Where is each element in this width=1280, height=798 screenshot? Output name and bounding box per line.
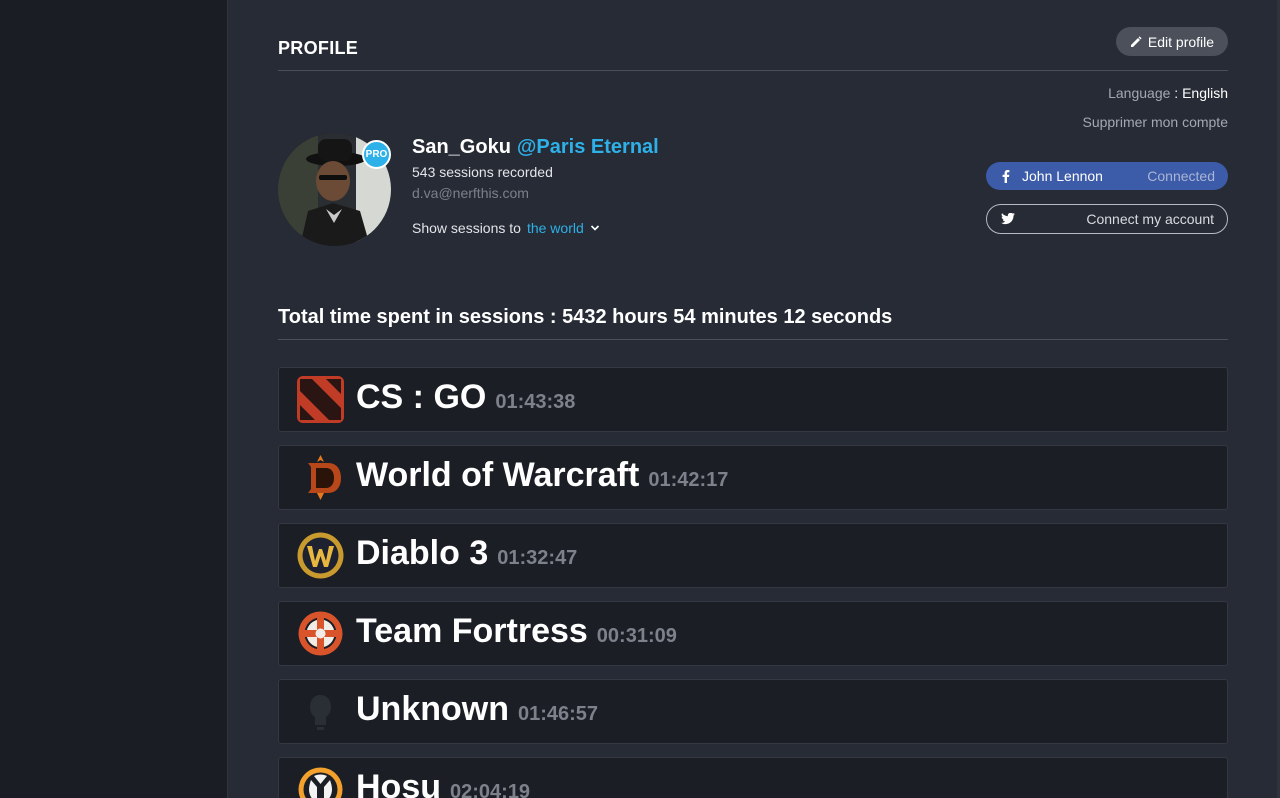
game-title: Unknown 01:46:57 xyxy=(356,690,598,729)
diablo-icon xyxy=(308,455,341,500)
facebook-connected-button[interactable]: John Lennon Connected xyxy=(986,162,1228,190)
overwatch-icon xyxy=(298,767,343,798)
game-name: Diablo 3 xyxy=(356,534,489,572)
game-title: Diablo 3 01:32:47 xyxy=(356,534,577,573)
pencil-icon xyxy=(1130,35,1142,47)
page-title: PROFILE xyxy=(278,38,359,58)
game-name: Unknown xyxy=(356,690,509,728)
facebook-status: Connected xyxy=(1147,168,1215,184)
twitter-connect-label: Connect my account xyxy=(1086,211,1214,227)
language-separator: : xyxy=(1170,85,1183,101)
visibility-label: Show sessions to xyxy=(412,220,521,236)
language-setting[interactable]: Language : English xyxy=(1108,85,1228,101)
game-row[interactable]: Team Fortress 00:31:09 xyxy=(278,601,1228,666)
game-title: Hosu 02:04:19 xyxy=(356,768,530,798)
game-name: CS : GO xyxy=(356,378,487,416)
profile-main: PROFILE Edit profile Language : English … xyxy=(278,0,1228,798)
pro-badge: PRO xyxy=(362,140,391,169)
visibility-setting: Show sessions to the world xyxy=(412,220,600,236)
game-duration: 00:31:09 xyxy=(596,625,677,647)
sidebar xyxy=(0,0,228,798)
game-duration: 01:46:57 xyxy=(517,703,599,725)
username: San_Goku xyxy=(412,136,511,158)
sessions-count: 543 sessions recorded xyxy=(412,164,553,180)
game-title: CS : GO 01:43:38 xyxy=(356,378,575,417)
dota-icon xyxy=(297,376,344,423)
language-label: Language xyxy=(1108,85,1171,101)
chevron-down-icon[interactable] xyxy=(590,223,600,233)
game-duration: 01:42:17 xyxy=(648,469,729,491)
title-row: PROFILE Edit profile xyxy=(278,27,1228,71)
games-list: CS : GO 01:43:38 World of Warcraft 01:42… xyxy=(278,367,1228,798)
game-row[interactable]: Diablo 3 01:32:47 xyxy=(278,523,1228,588)
game-name: World of Warcraft xyxy=(356,456,640,494)
edit-profile-button[interactable]: Edit profile xyxy=(1116,27,1228,56)
game-row[interactable]: Unknown 01:46:57 xyxy=(278,679,1228,744)
warcraft-icon xyxy=(297,532,344,579)
delete-account-link[interactable]: Supprimer mon compte xyxy=(1082,114,1228,130)
game-duration: 01:43:38 xyxy=(495,391,576,413)
game-title: World of Warcraft 01:42:17 xyxy=(356,456,728,495)
twitter-connect-button[interactable]: Connect my account xyxy=(986,204,1228,234)
game-row[interactable]: World of Warcraft 01:42:17 xyxy=(278,445,1228,510)
language-value[interactable]: English xyxy=(1182,85,1228,101)
team-link[interactable]: @Paris Eternal xyxy=(517,136,659,158)
facebook-account-name: John Lennon xyxy=(1022,168,1103,184)
visibility-dropdown[interactable]: the world xyxy=(527,220,584,236)
game-name: Team Fortress xyxy=(356,612,588,650)
game-duration: 02:04:19 xyxy=(450,781,531,798)
total-time: Total time spent in sessions : 5432 hour… xyxy=(278,306,1228,340)
game-row[interactable]: CS : GO 01:43:38 xyxy=(278,367,1228,432)
game-duration: 01:32:47 xyxy=(497,547,578,569)
twitter-icon xyxy=(1001,213,1015,225)
game-title: Team Fortress 00:31:09 xyxy=(356,612,677,651)
facebook-icon xyxy=(1002,170,1010,183)
edit-profile-label: Edit profile xyxy=(1147,33,1215,50)
game-name: Hosu xyxy=(356,768,441,798)
game-row[interactable]: Hosu 02:04:19 xyxy=(278,757,1228,798)
unknown-game-icon xyxy=(310,695,331,730)
user-email: d.va@nerfthis.com xyxy=(412,185,529,201)
user-identity: San_Goku @Paris Eternal xyxy=(412,136,659,159)
team-fortress-icon xyxy=(298,611,343,656)
